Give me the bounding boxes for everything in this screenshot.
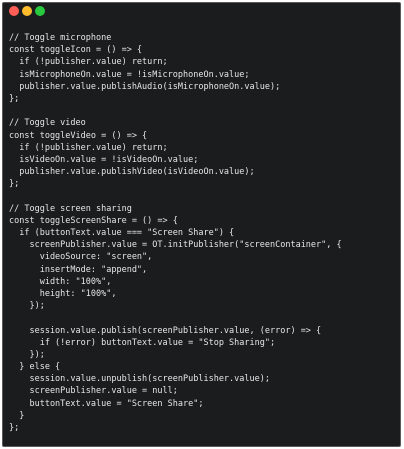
code-line: if (buttonText.value === "Screen Share")… xyxy=(9,227,342,239)
code-line-text: insertMode: "append", xyxy=(9,264,148,275)
code-line: screenPublisher.value = OT.initPublisher… xyxy=(9,239,342,251)
code-line-text: session.value.unpublish(screenPublisher.… xyxy=(9,374,270,385)
close-window-button[interactable] xyxy=(9,6,19,16)
code-line: insertMode: "append", xyxy=(9,264,342,276)
code-line: session.value.publish(screenPublisher.va… xyxy=(9,325,342,337)
code-line: const toggleScreenShare = () => { xyxy=(9,215,342,227)
code-line: if (!publisher.value) return; xyxy=(9,56,342,68)
code-line-text: session.value.publish(screenPublisher.va… xyxy=(9,325,322,336)
code-line: // Toggle microphone xyxy=(9,32,342,44)
code-line-text: }); xyxy=(9,301,45,312)
code-line: width: "100%", xyxy=(9,276,342,288)
code-line: if (!publisher.value) return; xyxy=(9,142,342,154)
code-line-text: publisher.value.publishVideo(isVideoOn.v… xyxy=(9,167,255,178)
code-line-text: if (!publisher.value) return; xyxy=(9,57,168,68)
code-line-text: if (buttonText.value === "Screen Share")… xyxy=(9,228,235,238)
code-line-text: isMicrophoneOn.value = !isMicrophoneOn.v… xyxy=(9,69,250,80)
code-line-text: }); xyxy=(9,349,45,360)
code-line: const toggleIcon = () => { xyxy=(9,44,342,56)
code-line-text: } else { xyxy=(9,362,61,373)
code-line: buttonText.value = "Screen Share"; xyxy=(9,398,342,410)
code-line: const toggleVideo = () => { xyxy=(9,130,342,142)
code-line: publisher.value.publishVideo(isVideoOn.v… xyxy=(9,166,342,178)
code-line-text: videoSource: "screen", xyxy=(9,252,153,263)
code-line-text: height: "100%", xyxy=(9,288,117,299)
code-line: }); xyxy=(9,300,342,312)
code-line-text: screenPublisher.value = null; xyxy=(9,386,178,397)
code-line: videoSource: "screen", xyxy=(9,251,342,263)
code-line: session.value.unpublish(screenPublisher.… xyxy=(9,373,342,385)
code-line-text: // Toggle video xyxy=(9,118,86,129)
code-line-text: if (!error) buttonText.value = "Stop Sha… xyxy=(9,337,276,348)
code-line: // Toggle screen sharing xyxy=(9,203,342,215)
code-line: }); xyxy=(9,349,342,361)
code-line-text: const toggleScreenShare = () => { xyxy=(9,215,178,226)
code-line-text: }; xyxy=(9,93,20,104)
code-line-text: } xyxy=(9,410,25,421)
code-editor[interactable]: // Toggle microphone const toggleIcon = (… xyxy=(9,32,342,434)
code-line: } xyxy=(9,410,342,422)
code-line-text: if (!publisher.value) return; xyxy=(9,142,168,153)
code-line: screenPublisher.value = null; xyxy=(9,385,342,397)
code-line-text: // Toggle microphone xyxy=(9,33,112,43)
code-line-text: width: "100%", xyxy=(9,276,112,287)
maximize-window-button[interactable] xyxy=(35,6,45,16)
code-line-text: buttonText.value = "Screen Share"; xyxy=(9,398,204,409)
code-line: isMicrophoneOn.value = !isMicrophoneOn.v… xyxy=(9,69,342,81)
code-line-text: const toggleVideo = () => { xyxy=(9,130,148,141)
code-line: isVideoOn.value = !isVideoOn.value; xyxy=(9,154,342,166)
window-titlebar xyxy=(3,3,400,23)
code-line-text: }; xyxy=(9,179,20,190)
code-line-text: publisher.value.publishAudio(isMicrophon… xyxy=(9,81,281,92)
code-line: }; xyxy=(9,93,342,105)
code-line: } else { xyxy=(9,361,342,373)
code-line-text: screenPublisher.value = OT.initPublisher… xyxy=(9,240,342,251)
code-line: }; xyxy=(9,178,342,190)
code-line: }; xyxy=(9,422,342,434)
code-line: publisher.value.publishAudio(isMicrophon… xyxy=(9,81,342,93)
code-line: // Toggle video xyxy=(9,117,342,129)
code-line: if (!error) buttonText.value = "Stop Sha… xyxy=(9,337,342,349)
code-line-text: // Toggle screen sharing xyxy=(9,203,132,214)
code-line-text: isVideoOn.value = !isVideoOn.value; xyxy=(9,154,199,165)
code-line-text: const toggleIcon = () => { xyxy=(9,45,143,56)
minimize-window-button[interactable] xyxy=(22,6,32,16)
code-window: // Toggle microphone const toggleIcon = (… xyxy=(2,2,401,447)
code-line-text: }; xyxy=(9,423,20,433)
code-line: height: "100%", xyxy=(9,288,342,300)
